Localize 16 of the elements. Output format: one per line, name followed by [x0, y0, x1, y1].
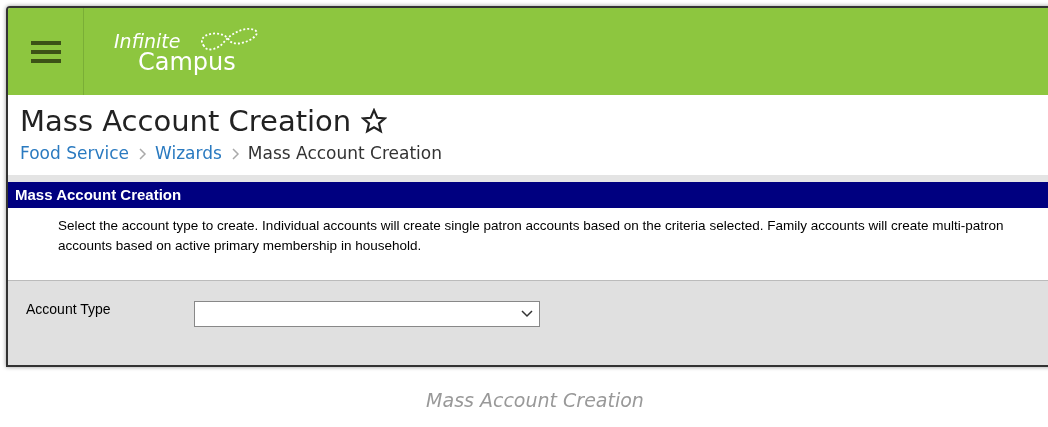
- breadcrumb-current: Mass Account Creation: [247, 142, 442, 166]
- logo-text: Infinite: [114, 32, 181, 51]
- chevron-down-icon: [521, 310, 533, 318]
- chevron-icon: [139, 148, 147, 160]
- logo-text: Campus: [138, 50, 236, 74]
- menu-icon: [30, 38, 61, 65]
- panel-description: Select the account type to create. Individual accounts will create single patron accounts based on the criteria selected. Family accounts will create multi-patron accounts based on active primary membership in household.: [8, 208, 1048, 281]
- breadcrumb-link[interactable]: Food Service: [20, 141, 129, 167]
- star-icon[interactable]: [361, 108, 388, 135]
- page-title: Mass Account Creation: [20, 103, 352, 140]
- panel-header: Mass Account Creation: [8, 182, 1048, 208]
- field-label: Account Type: [26, 300, 112, 319]
- breadcrumb-link[interactable]: Wizards: [155, 141, 222, 167]
- account-type-select[interactable]: [194, 301, 540, 327]
- figure-caption: Mass Account Creation: [426, 389, 644, 411]
- chevron-icon: [231, 148, 240, 160]
